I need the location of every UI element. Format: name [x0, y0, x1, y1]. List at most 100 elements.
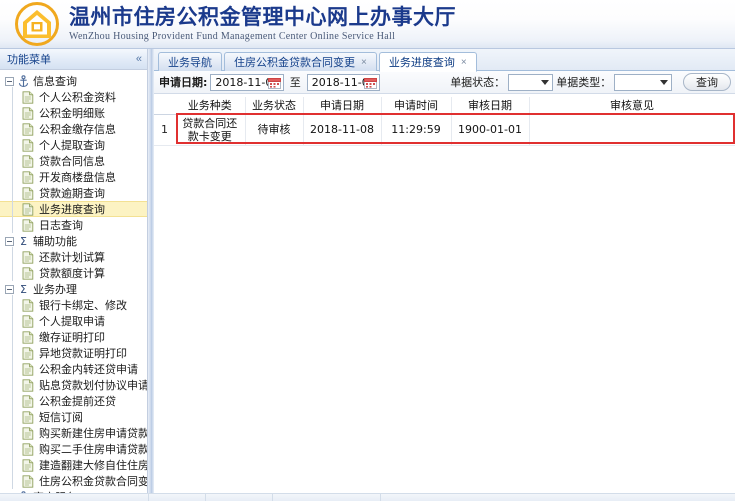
anchor-icon — [17, 74, 30, 88]
sidebar-item-1-1[interactable]: 贷款额度计算 — [0, 263, 147, 281]
site-title-cn: 温州市住房公积金管理中心网上办事大厅 — [69, 4, 456, 29]
application-window: 温州市住房公积金管理中心网上办事大厅 WenZhou Housing Provi… — [0, 0, 735, 501]
tab-2[interactable]: 业务进度查询 × — [378, 52, 477, 72]
collapse-sidebar-icon[interactable]: « — [136, 53, 142, 65]
sidebar-item-0-0[interactable]: 个人公积金资料 — [0, 87, 147, 105]
sidebar-item-2-11[interactable]: 住房公积金贷款合同变更 — [0, 471, 147, 489]
document-icon — [22, 138, 34, 152]
sidebar-item-2-5[interactable]: 贴息贷款划付协议申请 — [0, 375, 147, 393]
tree-collapse-toggle-icon[interactable] — [5, 76, 14, 86]
sidebar-item-0-6[interactable]: 贷款逾期查询 — [0, 183, 147, 201]
doc-status-select[interactable] — [508, 73, 554, 91]
tab-1[interactable]: 住房公积金贷款合同变更 × — [224, 52, 377, 71]
sidebar-group-label: 信息查询 — [33, 75, 77, 88]
sidebar-item-2-1[interactable]: 个人提取申请 — [0, 311, 147, 329]
sidebar-item-label: 银行卡绑定、修改 — [39, 299, 127, 312]
sidebar-item-label: 业务进度查询 — [39, 203, 105, 216]
document-icon — [22, 442, 34, 456]
table-header-cell-0 — [154, 97, 175, 115]
document-icon — [22, 186, 34, 200]
sidebar-item-label: 个人提取查询 — [39, 139, 105, 152]
chevron-down-icon — [541, 79, 550, 85]
sidebar-item-label: 日志查询 — [39, 219, 83, 232]
close-icon[interactable]: × — [361, 57, 367, 68]
sidebar-item-2-9[interactable]: 购买二手住房申请贷款 — [0, 439, 147, 457]
sidebar-item-2-8[interactable]: 购买新建住房申请贷款 — [0, 423, 147, 441]
sidebar-item-2-7[interactable]: 短信订阅 — [0, 407, 147, 425]
cell-audit-opinion — [529, 114, 735, 146]
sidebar-item-2-10[interactable]: 建造翻建大修自住住房申请贷款 — [0, 455, 147, 473]
sidebar-item-label: 建造翻建大修自住住房申请贷款 — [39, 459, 147, 472]
sidebar-item-label: 住房公积金贷款合同变更 — [39, 475, 147, 488]
doc-type-select[interactable] — [614, 73, 672, 91]
sidebar-item-2-3[interactable]: 异地贷款证明打印 — [0, 343, 147, 361]
document-icon — [22, 202, 34, 216]
sidebar-item-1-0[interactable]: 还款计划试算 — [0, 247, 147, 265]
sigma-icon: Σ — [20, 234, 27, 248]
table-header-cell-4: 申请时间 — [381, 97, 452, 115]
tree-collapse-toggle-icon[interactable] — [5, 236, 14, 246]
tree-group: 信息查询个人公积金资料 公积金明细账 公积金缴存信息 个人提取查询 贷款合同信息 开发商楼… — [0, 73, 147, 233]
sidebar-item-0-4[interactable]: 贷款合同信息 — [0, 151, 147, 169]
table-header-cell-6: 审核意见 — [529, 97, 735, 115]
sidebar-item-label: 购买二手住房申请贷款 — [39, 443, 147, 456]
sidebar-item-0-2[interactable]: 公积金缴存信息 — [0, 119, 147, 137]
sidebar-title: 功能菜单 — [7, 53, 51, 66]
apply-date-from-input[interactable]: 2018-11-01 — [210, 73, 284, 91]
table-header-cell-1: 业务种类 — [175, 97, 246, 115]
sidebar-item-label: 公积金缴存信息 — [39, 123, 116, 136]
cell-apply-date: 2018-11-08 — [303, 114, 382, 146]
sidebar-group-1[interactable]: Σ 辅助功能 — [0, 233, 147, 249]
table-row[interactable]: 1 贷款合同还款卡变更 待审核 2018-11-08 11:29:59 1900-01-0… — [154, 114, 735, 146]
sidebar-item-2-0[interactable]: 银行卡绑定、修改 — [0, 295, 147, 313]
sidebar-item-0-5[interactable]: 开发商楼盘信息 — [0, 167, 147, 185]
doc-status-label: 单据状态： — [450, 76, 506, 89]
tab-label: 业务导航 — [168, 56, 212, 69]
table-header-cell-2: 业务状态 — [245, 97, 304, 115]
tree-group: Σ 辅助功能 还款计划试算 贷款额度计算 — [0, 233, 147, 281]
calendar-icon[interactable] — [267, 77, 281, 89]
tree-collapse-toggle-icon[interactable] — [5, 284, 14, 294]
sidebar-item-0-8[interactable]: 日志查询 — [0, 215, 147, 233]
sidebar-item-2-2[interactable]: 缴存证明打印 — [0, 327, 147, 345]
sidebar-item-2-4[interactable]: 公积金内转还贷申请 — [0, 359, 147, 377]
document-icon — [22, 458, 34, 472]
sidebar-item-0-3[interactable]: 个人提取查询 — [0, 135, 147, 153]
sidebar-item-label: 贷款逾期查询 — [39, 187, 105, 200]
document-icon — [22, 106, 34, 120]
document-icon — [22, 378, 34, 392]
sidebar-item-2-6[interactable]: 公积金提前还贷 — [0, 391, 147, 409]
sidebar-group-2[interactable]: Σ 业务办理 — [0, 281, 147, 297]
document-icon — [22, 474, 34, 488]
doc-type-label: 单据类型： — [556, 76, 612, 89]
apply-date-label: 申请日期: — [159, 76, 208, 89]
calendar-icon[interactable] — [364, 77, 378, 89]
sidebar-item-label: 个人公积金资料 — [39, 91, 116, 104]
header-titles: 温州市住房公积金管理中心网上办事大厅 WenZhou Housing Provi… — [69, 4, 456, 42]
main-content: 业务导航 住房公积金贷款合同变更 × 业务进度查询 × 申请日期: 2018-11-01… — [154, 49, 735, 501]
query-button[interactable]: 查询 — [683, 73, 731, 91]
cell-audit-date: 1900-01-01 — [451, 114, 530, 146]
apply-date-to-input[interactable]: 2018-11-08 — [306, 73, 381, 91]
sidebar-item-label: 短信订阅 — [39, 411, 83, 424]
table-body: 1 贷款合同还款卡变更 待审核 2018-11-08 11:29:59 1900-01-0… — [154, 114, 735, 146]
sidebar-item-label: 贷款合同信息 — [39, 155, 105, 168]
document-icon — [22, 154, 34, 168]
sidebar-group-0[interactable]: 信息查询 — [0, 73, 147, 89]
sidebar-group-label: 辅助功能 — [33, 235, 77, 248]
document-icon — [22, 266, 34, 280]
sidebar-item-label: 缴存证明打印 — [39, 331, 105, 344]
chevron-down-icon — [660, 79, 668, 85]
tab-0[interactable]: 业务导航 — [158, 52, 222, 71]
tab-label: 业务进度查询 — [388, 56, 455, 69]
function-menu-tree: 信息查询个人公积金资料 公积金明细账 公积金缴存信息 个人提取查询 贷款合同信息 开发商楼… — [0, 70, 147, 501]
close-icon[interactable]: × — [461, 57, 467, 68]
date-range-separator: 至 — [289, 76, 301, 89]
sidebar-item-label: 公积金明细账 — [39, 107, 105, 120]
document-icon — [22, 250, 34, 264]
sidebar-item-0-1[interactable]: 公积金明细账 — [0, 103, 147, 121]
site-title-en: WenZhou Housing Provident Fund Managemen… — [69, 30, 396, 42]
sidebar-item-0-7[interactable]: 业务进度查询 — [0, 200, 147, 218]
cell-status: 待审核 — [245, 114, 304, 146]
document-icon — [22, 426, 34, 440]
